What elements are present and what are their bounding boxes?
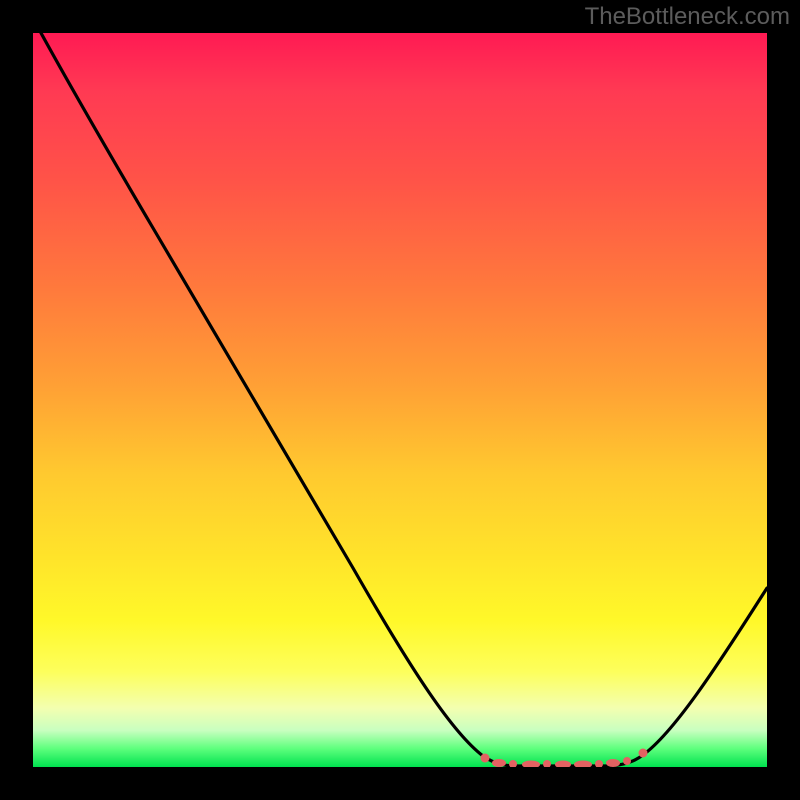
marker-dot <box>606 759 620 767</box>
marker-dot <box>481 754 490 763</box>
marker-dot <box>509 760 517 767</box>
chart-plot-area <box>33 33 767 767</box>
marker-dot <box>492 759 506 767</box>
marker-dot <box>595 760 603 767</box>
marker-dot <box>543 760 551 767</box>
marker-dot <box>555 761 571 768</box>
marker-dot <box>639 749 648 758</box>
bottleneck-curve-path <box>41 33 767 766</box>
marker-dot <box>522 761 540 768</box>
marker-dot <box>623 757 631 765</box>
chart-svg-layer <box>33 33 767 767</box>
watermark-text: TheBottleneck.com <box>585 3 790 31</box>
marker-dot <box>574 761 592 768</box>
